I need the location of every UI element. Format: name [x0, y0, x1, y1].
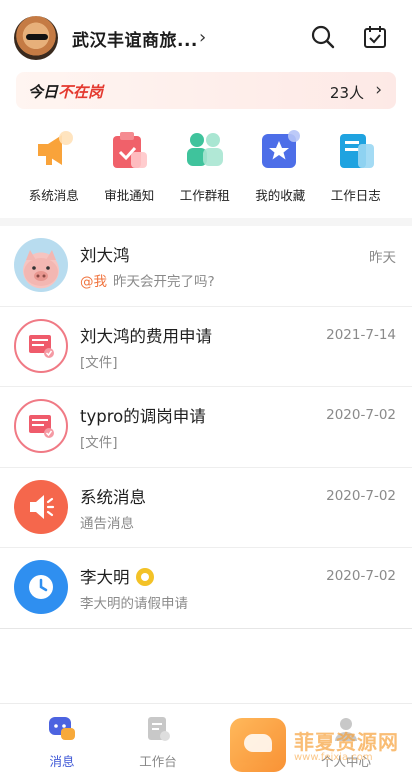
absent-count: 23人 — [329, 84, 364, 102]
tab-label: 消息 — [49, 754, 75, 769]
search-icon[interactable] — [310, 24, 336, 50]
quick-label: 工作群租 — [179, 188, 230, 203]
message-row[interactable]: 刘大鸿的费用申请 [文件] 2021-7-14 — [0, 307, 412, 387]
message-preview: 昨天会开完了吗? — [113, 274, 215, 290]
quick-label: 工作日志 — [330, 188, 381, 203]
tab-workbench[interactable]: 工作台 — [118, 714, 198, 770]
clock-icon — [14, 560, 68, 614]
message-subtitle: @我 昨天会开完了吗? — [80, 270, 215, 290]
message-time: 2020-7-02 — [326, 568, 396, 584]
group-icon — [183, 128, 227, 172]
absent-today-banner[interactable]: 今日不在岗 23人 › — [16, 72, 396, 109]
quick-label: 系统消息 — [28, 188, 79, 203]
message-row[interactable]: 系统消息 通告消息 2020-7-02 — [0, 468, 412, 548]
message-list: 刘大鸿 @我 昨天会开完了吗? 昨天 刘大鸿的费用申请 [文件] 2021-7-1… — [0, 226, 412, 629]
message-title: typro的调岗申请 — [80, 407, 206, 426]
messages-page: 武汉丰谊商旅... › 今日不在岗 23人 › 系统消息 审批通知 工作群租 我… — [0, 0, 412, 775]
message-title: 刘大鸿 — [80, 246, 130, 265]
quick-approval-notices[interactable]: 审批通知 — [92, 128, 168, 208]
quick-label: 我的收藏 — [255, 188, 306, 203]
vip-badge-icon — [135, 568, 154, 586]
message-time: 2020-7-02 — [326, 487, 396, 504]
message-title: 李大明 — [80, 564, 154, 588]
header: 武汉丰谊商旅... › — [0, 0, 412, 72]
watermark-logo: 菲夏资源网 www.feixia.com — [230, 718, 412, 772]
speaker-icon — [14, 479, 68, 534]
absent-highlight: 不在岗 — [58, 83, 104, 101]
quick-my-favorites[interactable]: 我的收藏 — [243, 128, 319, 208]
watermark-subtitle: www.feixia.com — [294, 752, 373, 763]
transfer-form-icon — [14, 399, 68, 453]
watermark-text: 菲夏资源网 — [294, 730, 399, 754]
quick-work-groups[interactable]: 工作群租 — [167, 128, 243, 208]
quick-entries: 系统消息 审批通知 工作群租 我的收藏 工作日志 — [0, 128, 412, 208]
message-row[interactable]: 刘大鸿 @我 昨天会开完了吗? 昨天 — [0, 226, 412, 307]
message-subtitle: 通告消息 — [80, 515, 134, 532]
message-subtitle: [文件] — [80, 354, 118, 371]
quick-work-journal[interactable]: 工作日志 — [318, 128, 394, 208]
message-time: 昨天 — [369, 250, 396, 266]
chevron-right-icon: › — [375, 80, 382, 100]
message-time: 2020-7-02 — [326, 407, 396, 423]
quick-label: 审批通知 — [104, 188, 155, 203]
message-time: 2021-7-14 — [326, 326, 396, 343]
quick-system-messages[interactable]: 系统消息 — [16, 128, 92, 208]
message-subtitle: [文件] — [80, 435, 118, 451]
message-row[interactable]: 李大明 李大明的请假申请 2020-7-02 — [0, 548, 412, 629]
expense-form-icon — [14, 318, 68, 373]
message-subtitle: 李大明的请假申请 — [80, 596, 188, 612]
calendar-check-icon[interactable] — [362, 24, 388, 50]
journal-icon — [334, 128, 378, 172]
tab-label: 工作台 — [139, 754, 177, 769]
chat-bubble-icon — [47, 714, 77, 744]
section-divider — [0, 218, 412, 226]
tab-messages[interactable]: 消息 — [22, 714, 102, 770]
absent-prefix: 今日 — [28, 83, 59, 101]
workbench-icon — [143, 714, 173, 744]
company-chevron-icon[interactable]: › — [199, 27, 206, 48]
pig-avatar — [14, 238, 68, 292]
message-title-text: 李大明 — [80, 568, 130, 587]
user-avatar[interactable] — [14, 16, 58, 60]
company-name[interactable]: 武汉丰谊商旅... — [72, 26, 198, 51]
mention-tag: @我 — [80, 274, 107, 290]
star-icon — [258, 128, 302, 172]
message-title: 刘大鸿的费用申请 — [80, 326, 212, 346]
absent-title: 今日不在岗 — [28, 81, 103, 102]
whale-logo-icon — [230, 718, 286, 772]
megaphone-icon — [32, 128, 76, 172]
message-title: 系统消息 — [80, 487, 146, 507]
clipboard-check-icon — [107, 128, 151, 172]
message-row[interactable]: typro的调岗申请 [文件] 2020-7-02 — [0, 387, 412, 468]
